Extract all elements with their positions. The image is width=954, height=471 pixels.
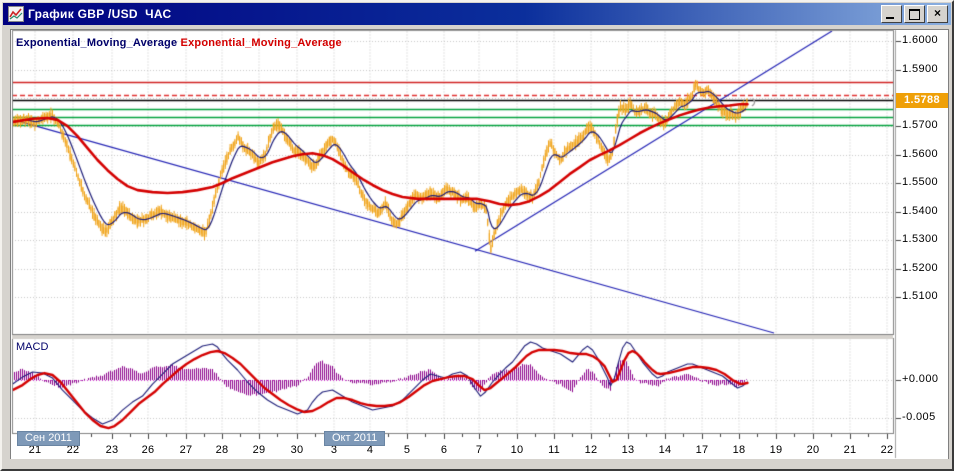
time-scale-day-label: 12: [584, 444, 598, 456]
macd-scale-label: -0.005: [902, 411, 936, 424]
month-badge: Сен 2011: [17, 431, 80, 446]
price-scale-label: 1.5300: [902, 233, 939, 246]
indicator-legend: Exponential_Moving_Average Exponential_M…: [16, 37, 342, 49]
legend-ema-fast: Exponential_Moving_Average: [16, 37, 178, 49]
macd-panel-label: MACD: [16, 341, 49, 353]
time-scale-day-label: 23: [105, 444, 119, 456]
price-scale-label: 1.5600: [902, 147, 939, 160]
legend-ema-slow: Exponential_Moving_Average: [180, 37, 342, 49]
time-scale-day-label: 29: [252, 444, 266, 456]
time-scale-day-label: 13: [621, 444, 635, 456]
time-scale-day-label: 14: [658, 444, 672, 456]
price-scale-label: 1.5100: [902, 289, 939, 302]
price-scale-label: 1.5200: [902, 261, 939, 274]
time-scale-day-label: 7: [475, 444, 483, 456]
time-scale-day-label: 10: [510, 444, 524, 456]
time-scale-day-label: 18: [732, 444, 746, 456]
month-badge: Окт 2011: [324, 431, 386, 446]
time-scale-day-label: 26: [141, 444, 155, 456]
time-scale-day-label: 20: [806, 444, 820, 456]
price-scale-label: 1.6000: [902, 34, 939, 47]
time-scale-day-label: 28: [215, 444, 229, 456]
time-scale-day-label: 5: [403, 444, 411, 456]
macd-scale-label: +0.000: [902, 373, 939, 386]
price-scale-label: 1.5400: [902, 204, 939, 217]
time-scale-day-label: 30: [290, 444, 304, 456]
time-scale-day-label: 11: [548, 444, 560, 456]
time-scale-day-label: 6: [440, 444, 448, 456]
price-scale-label: 1.5700: [902, 119, 939, 132]
time-scale-day-label: 17: [695, 444, 709, 456]
time-scale-day-label: 27: [179, 444, 193, 456]
current-price-badge: 1.5788: [896, 93, 948, 108]
chart-window: График GBP /USD ЧАС × Exponential_Moving…: [0, 0, 954, 471]
price-scale-label: 1.5500: [902, 176, 939, 189]
time-scale-day-label: 22: [880, 444, 894, 456]
chart-plot-canvas[interactable]: [2, 2, 952, 469]
time-scale-day-label: 21: [843, 444, 857, 456]
price-scale-label: 1.5900: [902, 62, 939, 75]
time-scale-day-label: 19: [769, 444, 783, 456]
